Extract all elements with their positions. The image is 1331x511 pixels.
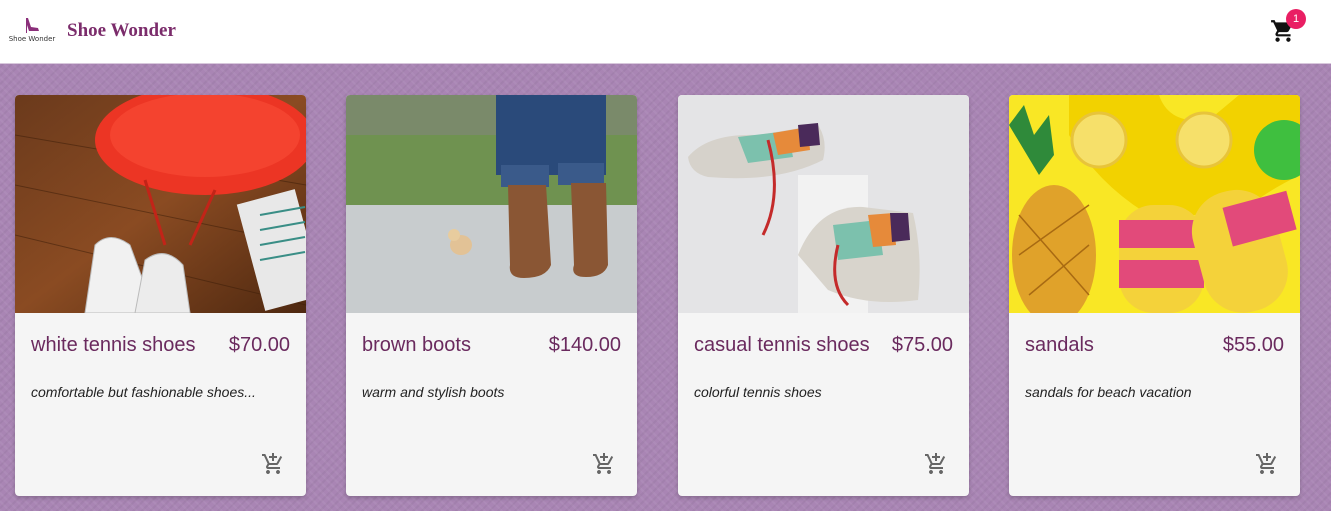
add-shopping-cart-icon (1256, 453, 1277, 474)
cart-count-badge: 1 (1286, 9, 1306, 29)
product-price: $75.00 (891, 334, 953, 356)
product-image (346, 95, 637, 313)
high-heel-icon (26, 18, 39, 33)
product-description: comfortable but fashionable shoes... (31, 384, 256, 400)
add-to-cart-button[interactable] (1255, 452, 1279, 476)
product-card-casual-tennis-shoes[interactable]: casual tennis shoes $75.00 colorful tenn… (678, 95, 969, 496)
add-to-cart-button[interactable] (261, 452, 285, 476)
product-price: $55.00 (1222, 334, 1284, 356)
product-name: sandals (1025, 334, 1094, 356)
add-shopping-cart-icon (593, 453, 614, 474)
product-name: casual tennis shoes (694, 334, 870, 356)
product-card-brown-boots[interactable]: brown boots $140.00 warm and stylish boo… (346, 95, 637, 496)
product-description: warm and stylish boots (362, 384, 505, 400)
product-name: brown boots (362, 334, 471, 356)
add-to-cart-button[interactable] (592, 452, 616, 476)
add-to-cart-button[interactable] (924, 452, 948, 476)
product-image (1009, 95, 1300, 313)
product-name: white tennis shoes (31, 334, 196, 356)
product-description: sandals for beach vacation (1025, 384, 1192, 400)
add-shopping-cart-icon (925, 453, 946, 474)
product-image (15, 95, 306, 313)
add-shopping-cart-icon (262, 453, 283, 474)
product-price: $140.00 (548, 334, 621, 356)
product-card-white-tennis-shoes[interactable]: white tennis shoes $70.00 comfortable bu… (15, 95, 306, 496)
product-description: colorful tennis shoes (694, 384, 822, 400)
product-card-sandals[interactable]: sandals $55.00 sandals for beach vacatio… (1009, 95, 1300, 496)
app-header: Shoe Wonder Shoe Wonder 1 (0, 0, 1331, 64)
brand-title: Shoe Wonder (67, 20, 176, 41)
logo[interactable]: Shoe Wonder (8, 16, 56, 46)
product-price: $70.00 (228, 334, 290, 356)
product-image (678, 95, 969, 313)
logo-text: Shoe Wonder (8, 35, 56, 43)
